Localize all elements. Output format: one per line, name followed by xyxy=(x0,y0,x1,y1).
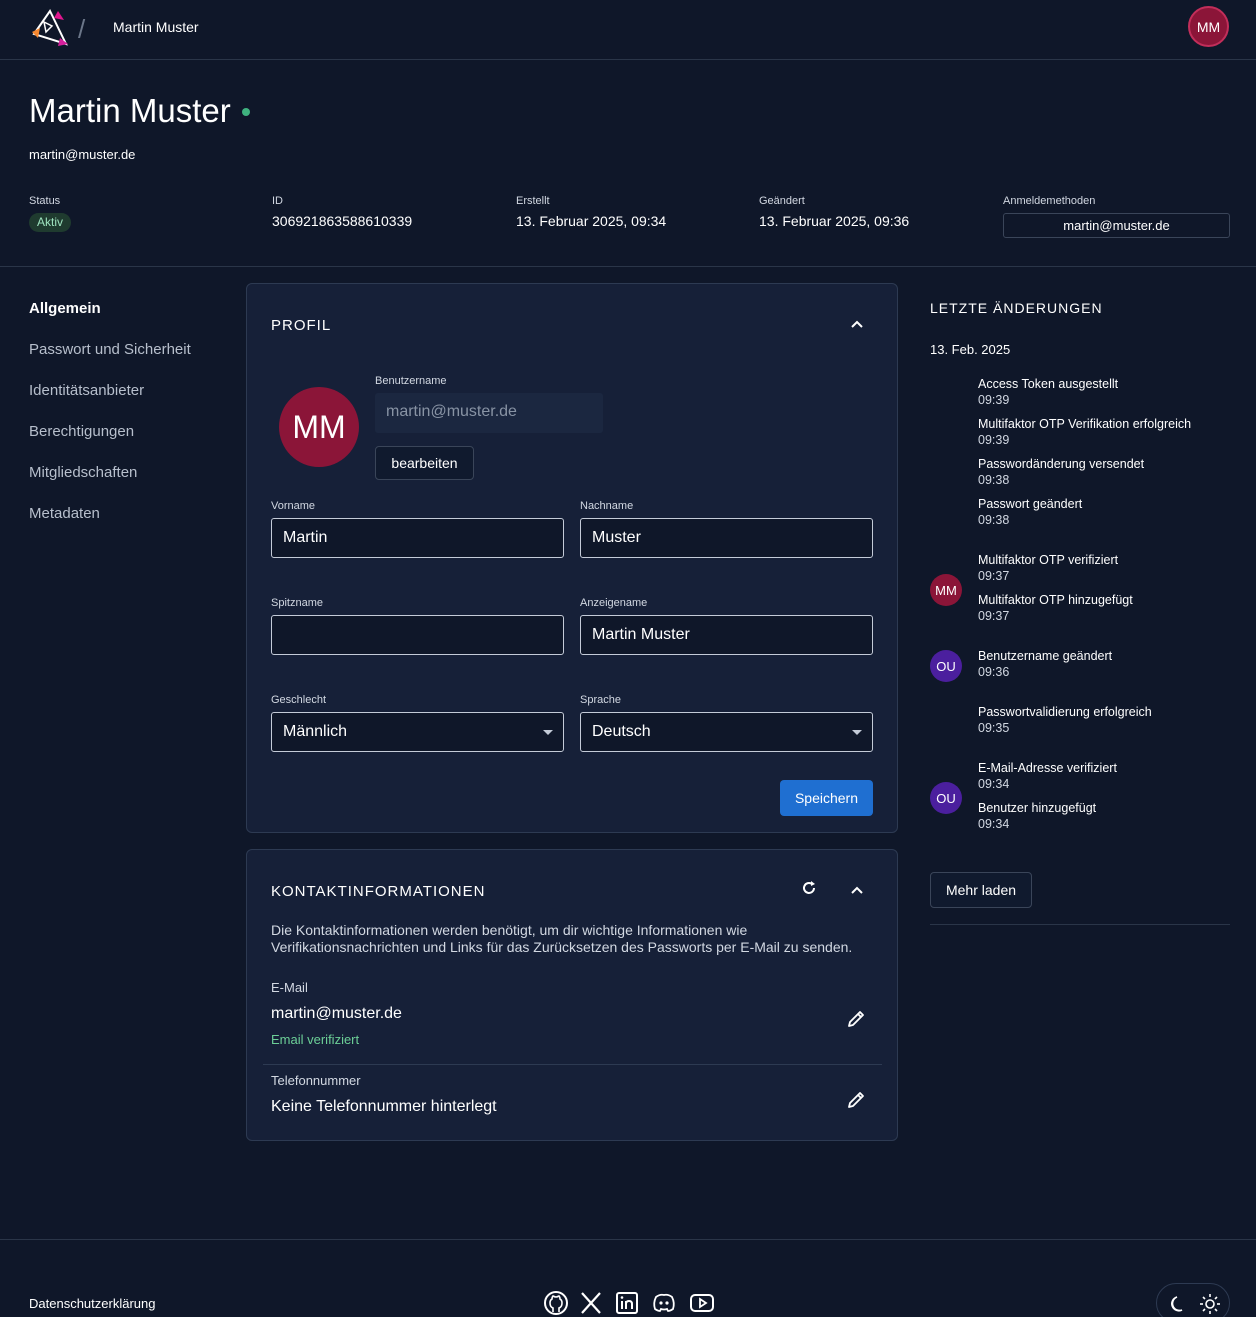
created-label: Erstellt xyxy=(516,195,550,207)
moon-icon[interactable] xyxy=(1167,1293,1189,1315)
breadcrumb-separator: / xyxy=(78,14,86,44)
changed-value: 13. Februar 2025, 09:36 xyxy=(759,213,910,229)
contact-card-title: KONTAKTINFORMATIONEN xyxy=(271,883,486,900)
nav-item-permissions[interactable]: Berechtigungen xyxy=(29,423,134,440)
top-bar: / Martin Muster MM xyxy=(0,0,1256,60)
email-label: E-Mail xyxy=(271,980,308,995)
edit-email-icon[interactable] xyxy=(845,1008,867,1030)
nav-item-metadata[interactable]: Metadaten xyxy=(29,505,100,522)
activity-entry: Multifaktor OTP hinzugefügt 09:37 xyxy=(978,593,1133,623)
login-methods-label: Anmeldemethoden xyxy=(1003,195,1096,207)
firstname-label: Vorname xyxy=(271,500,316,512)
refresh-icon xyxy=(803,881,815,894)
page-title: Martin Muster xyxy=(29,92,231,129)
status-badge: Aktiv xyxy=(29,213,72,232)
edit-username-button[interactable]: bearbeiten xyxy=(375,446,474,480)
created-value: 13. Februar 2025, 09:34 xyxy=(516,213,667,229)
username-label: Benutzername xyxy=(375,375,447,387)
profile-avatar[interactable]: MM xyxy=(279,387,359,467)
gender-select-value: Männlich xyxy=(283,723,348,740)
breadcrumb-user[interactable]: Martin Muster xyxy=(113,19,199,35)
language-label: Sprache xyxy=(580,694,621,706)
activity-entry: Benutzername geändert 09:36 xyxy=(978,649,1113,679)
activity-date: 13. Feb. 2025 xyxy=(930,342,1011,357)
load-more-button[interactable]: Mehr laden xyxy=(930,872,1032,908)
sun-icon[interactable] xyxy=(1199,1293,1221,1315)
contact-collapse-button[interactable] xyxy=(848,881,866,899)
phone-value: Keine Telefonnummer hinterlegt xyxy=(271,1098,497,1115)
id-value: 306921863588610339 xyxy=(272,213,413,229)
youtube-icon[interactable] xyxy=(689,1290,715,1316)
activity-entry: Multifaktor OTP Verifikation erfolgreich… xyxy=(978,417,1192,447)
linkedin-icon[interactable] xyxy=(614,1290,640,1316)
firstname-input[interactable]: Martin xyxy=(271,518,564,558)
id-label: ID xyxy=(272,195,283,207)
activity-entry: Passwort geändert 09:38 xyxy=(978,497,1083,527)
logo-icon[interactable] xyxy=(30,8,70,48)
save-button[interactable]: Speichern xyxy=(780,780,873,816)
nav-item-identity-providers[interactable]: Identitätsanbieter xyxy=(29,382,144,399)
activity-entry: Access Token ausgestellt 09:39 xyxy=(978,377,1119,407)
activity-title: LETZTE ÄNDERUNGEN xyxy=(930,300,1103,316)
changed-label: Geändert xyxy=(759,195,805,207)
nav-item-general[interactable]: Allgemein xyxy=(29,300,101,317)
nav-item-memberships[interactable]: Mitgliedschaften xyxy=(29,464,137,481)
refresh-button[interactable] xyxy=(800,879,818,897)
caret-down-icon xyxy=(852,730,862,735)
contact-divider xyxy=(263,1064,882,1065)
username-field: martin@muster.de xyxy=(375,393,603,433)
nickname-input[interactable] xyxy=(271,615,564,655)
gender-label: Geschlecht xyxy=(271,694,327,706)
activity-avatar: OU xyxy=(930,650,962,682)
chevron-up-icon xyxy=(851,320,863,328)
footer-divider xyxy=(0,1239,1256,1240)
activity-avatar: MM xyxy=(930,574,962,606)
phone-label: Telefonnummer xyxy=(271,1073,361,1088)
caret-down-icon xyxy=(543,730,553,735)
displayname-input[interactable]: Martin Muster xyxy=(580,615,873,655)
email-value: martin@muster.de xyxy=(271,1005,402,1022)
discord-icon[interactable] xyxy=(651,1290,677,1316)
github-icon[interactable] xyxy=(543,1290,569,1316)
theme-toggle xyxy=(1156,1283,1230,1317)
user-avatar[interactable]: MM xyxy=(1188,6,1229,47)
language-select-value: Deutsch xyxy=(592,723,651,740)
user-email: martin@muster.de xyxy=(29,147,136,162)
profile-collapse-button[interactable] xyxy=(848,315,866,333)
activity-avatar: OU xyxy=(930,782,962,814)
status-label: Status xyxy=(29,195,61,207)
chevron-up-icon xyxy=(851,886,863,894)
activity-entry: Passwordänderung versendet 09:38 xyxy=(978,457,1145,487)
activity-entry: E-Mail-Adresse verifiziert 09:34 xyxy=(978,761,1117,791)
activity-entry: Benutzer hinzugefügt 09:34 xyxy=(978,801,1097,831)
nickname-label: Spitzname xyxy=(271,597,323,609)
online-status-dot xyxy=(242,108,250,116)
header-divider xyxy=(0,266,1256,267)
nav-item-password-security[interactable]: Passwort und Sicherheit xyxy=(29,341,191,358)
profile-card-title: PROFIL xyxy=(271,317,332,334)
activity-divider xyxy=(930,924,1230,925)
privacy-link[interactable]: Datenschutzerklärung xyxy=(29,1296,155,1311)
gender-select[interactable]: Männlich xyxy=(271,712,564,752)
edit-phone-icon[interactable] xyxy=(845,1089,867,1111)
displayname-label: Anzeigename xyxy=(580,597,648,609)
lastname-input[interactable]: Muster xyxy=(580,518,873,558)
contact-description: Die Kontaktinformationen werden benötigt… xyxy=(271,922,853,955)
email-verified-status: Email verifiziert xyxy=(271,1032,360,1047)
language-select[interactable]: Deutsch xyxy=(580,712,873,752)
lastname-label: Nachname xyxy=(580,500,634,512)
activity-entry: Passwortvalidierung erfolgreich 09:35 xyxy=(978,705,1152,735)
login-method-badge: martin@muster.de xyxy=(1003,213,1230,238)
activity-entry: Multifaktor OTP verifiziert 09:37 xyxy=(978,553,1119,583)
x-twitter-icon[interactable] xyxy=(578,1290,604,1316)
